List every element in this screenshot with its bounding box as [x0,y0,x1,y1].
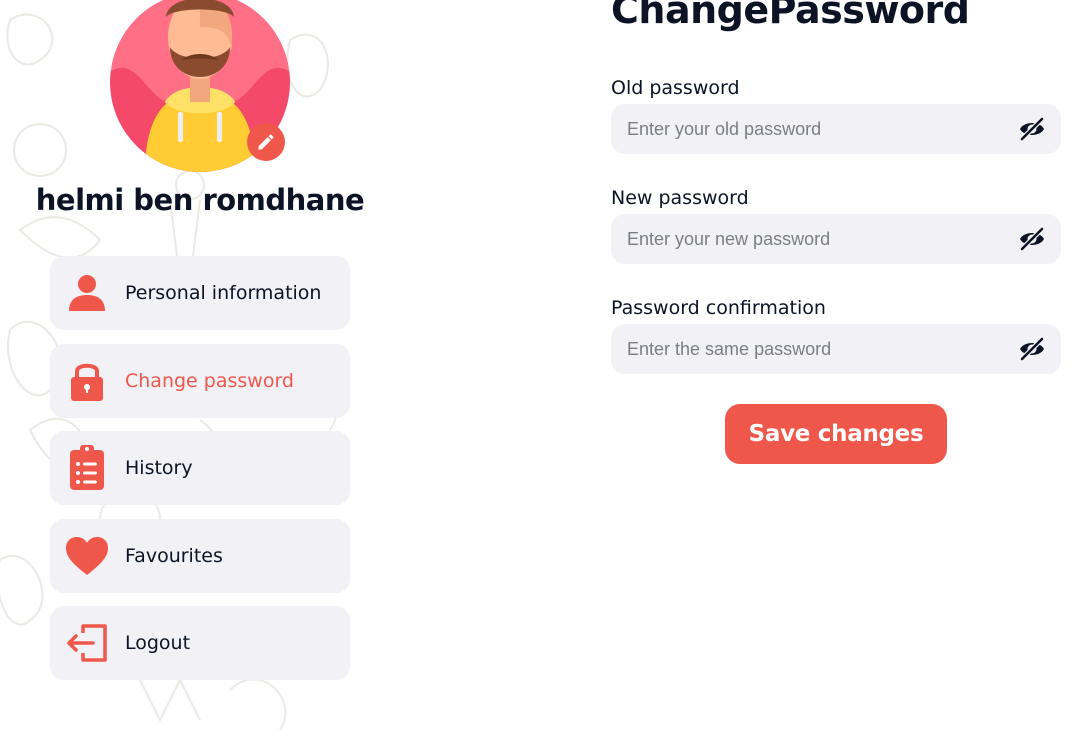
eye-off-icon[interactable] [1017,335,1047,363]
menu-item-favourites[interactable]: Favourites [50,518,350,593]
old-password-field-wrapper [611,104,1061,154]
logout-icon [64,620,110,666]
change-password-page: helmi ben romdhane Personal information [0,0,1077,730]
new-password-label: New password [611,187,749,209]
password-confirmation-field-wrapper [611,324,1061,374]
new-password-input[interactable] [627,214,1007,264]
menu-item-label: Logout [125,632,191,654]
heart-icon [64,533,110,579]
password-confirmation-input[interactable] [627,324,1007,374]
edit-avatar-button[interactable] [247,123,285,161]
user-icon [64,270,110,316]
menu-item-change-password[interactable]: Change password [50,343,350,418]
menu-item-history[interactable]: History [50,431,350,505]
eye-off-icon[interactable] [1017,115,1047,143]
user-name: helmi ben romdhane [35,183,365,217]
menu-item-logout[interactable]: Logout [50,606,350,680]
clipboard-list-icon [64,445,110,491]
eye-off-icon[interactable] [1017,225,1047,253]
pencil-icon [258,134,274,150]
menu-item-label: Personal information [125,282,322,304]
profile-menu: Personal information Change password His… [50,256,350,694]
menu-item-label: Change password [125,369,294,392]
password-confirmation-label: Password confirmation [611,297,826,319]
menu-item-label: Favourites [125,544,223,567]
save-changes-button[interactable]: Save changes [725,404,947,464]
old-password-label: Old password [611,77,740,99]
lock-icon [64,358,110,404]
page-title: ChangePassword [611,0,970,32]
menu-item-personal-information[interactable]: Personal information [50,256,350,330]
menu-item-label: History [125,457,193,479]
new-password-field-wrapper [611,214,1061,264]
old-password-input[interactable] [627,104,1007,154]
